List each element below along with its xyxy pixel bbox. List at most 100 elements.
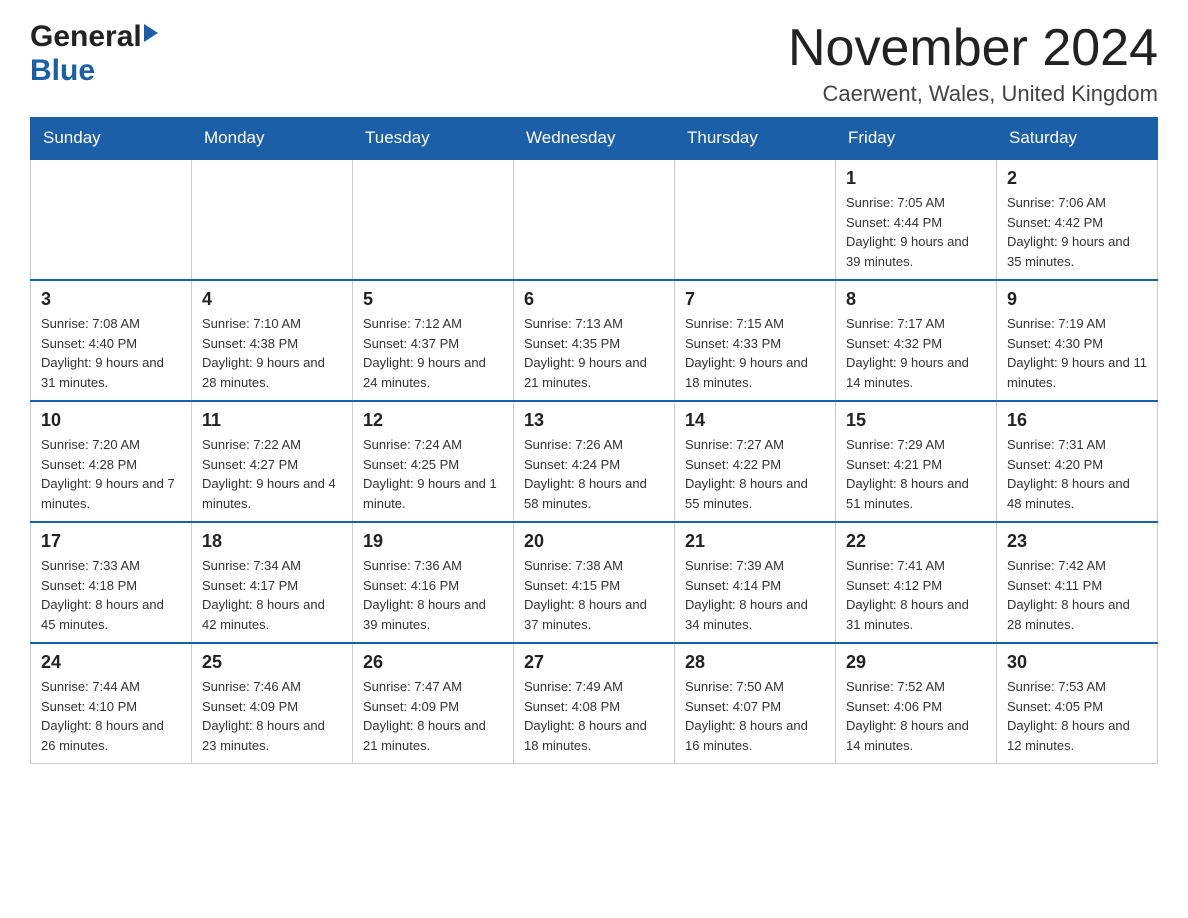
day-number: 9 — [1007, 289, 1147, 310]
calendar-day-cell: 29Sunrise: 7:52 AM Sunset: 4:06 PM Dayli… — [836, 643, 997, 764]
day-info: Sunrise: 7:13 AM Sunset: 4:35 PM Dayligh… — [524, 314, 664, 392]
calendar-day-cell: 8Sunrise: 7:17 AM Sunset: 4:32 PM Daylig… — [836, 280, 997, 401]
calendar-day-cell: 6 Sunrise: 7:13 AM Sunset: 4:35 PM Daylig… — [514, 280, 675, 401]
calendar-day-cell: 25 Sunrise: 7:46 AM Sunset: 4:09 PM Dayli… — [192, 643, 353, 764]
calendar-day-cell: 21 Sunrise: 7:39 AM Sunset: 4:14 PM Dayli… — [675, 522, 836, 643]
day-number: 5 — [363, 289, 503, 310]
day-info: Sunrise: 7:41 AM Sunset: 4:12 PM Dayligh… — [846, 556, 986, 634]
calendar-day-cell: 11 Sunrise: 7:22 AM Sunset: 4:27 PM Dayli… — [192, 401, 353, 522]
day-number: 28 — [685, 652, 825, 673]
day-number: 30 — [1007, 652, 1147, 673]
calendar-day-cell: 15Sunrise: 7:29 AM Sunset: 4:21 PM Dayli… — [836, 401, 997, 522]
logo-blue-text: Blue — [30, 54, 95, 88]
calendar-day-cell: 1 Sunrise: 7:05 AM Sunset: 4:44 PM Daylig… — [836, 159, 997, 280]
day-number: 21 — [685, 531, 825, 552]
calendar-day-cell: 22 Sunrise: 7:41 AM Sunset: 4:12 PM Dayli… — [836, 522, 997, 643]
calendar-day-cell: 23 Sunrise: 7:42 AM Sunset: 4:11 PM Dayli… — [997, 522, 1158, 643]
day-info: Sunrise: 7:31 AM Sunset: 4:20 PM Dayligh… — [1007, 435, 1147, 513]
calendar-day-cell: 12 Sunrise: 7:24 AM Sunset: 4:25 PM Dayli… — [353, 401, 514, 522]
day-info: Sunrise: 7:34 AM Sunset: 4:17 PM Dayligh… — [202, 556, 342, 634]
day-info: Sunrise: 7:44 AM Sunset: 4:10 PM Dayligh… — [41, 677, 181, 755]
calendar-header-tuesday: Tuesday — [353, 118, 514, 160]
calendar-day-cell — [514, 159, 675, 280]
calendar-day-cell: 17 Sunrise: 7:33 AM Sunset: 4:18 PM Dayli… — [31, 522, 192, 643]
calendar-day-cell — [675, 159, 836, 280]
day-info: Sunrise: 7:24 AM Sunset: 4:25 PM Dayligh… — [363, 435, 503, 513]
day-number: 12 — [363, 410, 503, 431]
calendar-week-row: 17 Sunrise: 7:33 AM Sunset: 4:18 PM Dayli… — [31, 522, 1158, 643]
calendar-day-cell: 10Sunrise: 7:20 AM Sunset: 4:28 PM Dayli… — [31, 401, 192, 522]
day-number: 13 — [524, 410, 664, 431]
day-info: Sunrise: 7:46 AM Sunset: 4:09 PM Dayligh… — [202, 677, 342, 755]
day-number: 22 — [846, 531, 986, 552]
calendar-day-cell: 3 Sunrise: 7:08 AM Sunset: 4:40 PM Daylig… — [31, 280, 192, 401]
day-info: Sunrise: 7:39 AM Sunset: 4:14 PM Dayligh… — [685, 556, 825, 634]
calendar-day-cell: 19 Sunrise: 7:36 AM Sunset: 4:16 PM Dayli… — [353, 522, 514, 643]
calendar-table: SundayMondayTuesdayWednesdayThursdayFrid… — [30, 117, 1158, 764]
calendar-day-cell: 27 Sunrise: 7:49 AM Sunset: 4:08 PM Dayli… — [514, 643, 675, 764]
day-info: Sunrise: 7:47 AM Sunset: 4:09 PM Dayligh… — [363, 677, 503, 755]
calendar-day-cell: 2Sunrise: 7:06 AM Sunset: 4:42 PM Daylig… — [997, 159, 1158, 280]
calendar-header-thursday: Thursday — [675, 118, 836, 160]
day-number: 23 — [1007, 531, 1147, 552]
day-info: Sunrise: 7:22 AM Sunset: 4:27 PM Dayligh… — [202, 435, 342, 513]
logo-arrow-icon — [144, 24, 158, 42]
day-info: Sunrise: 7:19 AM Sunset: 4:30 PM Dayligh… — [1007, 314, 1147, 392]
day-number: 4 — [202, 289, 342, 310]
day-info: Sunrise: 7:49 AM Sunset: 4:08 PM Dayligh… — [524, 677, 664, 755]
day-number: 6 — [524, 289, 664, 310]
calendar-day-cell: 16 Sunrise: 7:31 AM Sunset: 4:20 PM Dayli… — [997, 401, 1158, 522]
calendar-day-cell: 9 Sunrise: 7:19 AM Sunset: 4:30 PM Daylig… — [997, 280, 1158, 401]
day-info: Sunrise: 7:50 AM Sunset: 4:07 PM Dayligh… — [685, 677, 825, 755]
calendar-header-sunday: Sunday — [31, 118, 192, 160]
day-number: 16 — [1007, 410, 1147, 431]
calendar-day-cell: 14 Sunrise: 7:27 AM Sunset: 4:22 PM Dayli… — [675, 401, 836, 522]
day-number: 7 — [685, 289, 825, 310]
calendar-day-cell: 20 Sunrise: 7:38 AM Sunset: 4:15 PM Dayli… — [514, 522, 675, 643]
calendar-day-cell — [192, 159, 353, 280]
day-number: 20 — [524, 531, 664, 552]
day-info: Sunrise: 7:08 AM Sunset: 4:40 PM Dayligh… — [41, 314, 181, 392]
calendar-header-monday: Monday — [192, 118, 353, 160]
day-info: Sunrise: 7:20 AM Sunset: 4:28 PM Dayligh… — [41, 435, 181, 513]
calendar-header-friday: Friday — [836, 118, 997, 160]
calendar-day-cell — [31, 159, 192, 280]
day-number: 11 — [202, 410, 342, 431]
day-number: 26 — [363, 652, 503, 673]
day-number: 1 — [846, 168, 986, 189]
day-number: 25 — [202, 652, 342, 673]
day-number: 17 — [41, 531, 181, 552]
calendar-subtitle: Caerwent, Wales, United Kingdom — [788, 81, 1158, 107]
day-info: Sunrise: 7:36 AM Sunset: 4:16 PM Dayligh… — [363, 556, 503, 634]
calendar-day-cell: 7 Sunrise: 7:15 AM Sunset: 4:33 PM Daylig… — [675, 280, 836, 401]
day-info: Sunrise: 7:06 AM Sunset: 4:42 PM Dayligh… — [1007, 193, 1147, 271]
day-info: Sunrise: 7:42 AM Sunset: 4:11 PM Dayligh… — [1007, 556, 1147, 634]
day-number: 24 — [41, 652, 181, 673]
day-info: Sunrise: 7:12 AM Sunset: 4:37 PM Dayligh… — [363, 314, 503, 392]
day-number: 27 — [524, 652, 664, 673]
day-number: 14 — [685, 410, 825, 431]
day-number: 3 — [41, 289, 181, 310]
calendar-week-row: 24 Sunrise: 7:44 AM Sunset: 4:10 PM Dayli… — [31, 643, 1158, 764]
calendar-title: November 2024 — [788, 20, 1158, 77]
day-number: 19 — [363, 531, 503, 552]
logo: General Blue — [30, 20, 158, 88]
calendar-header-wednesday: Wednesday — [514, 118, 675, 160]
day-number: 18 — [202, 531, 342, 552]
calendar-day-cell: 13Sunrise: 7:26 AM Sunset: 4:24 PM Dayli… — [514, 401, 675, 522]
day-info: Sunrise: 7:15 AM Sunset: 4:33 PM Dayligh… — [685, 314, 825, 392]
day-info: Sunrise: 7:17 AM Sunset: 4:32 PM Dayligh… — [846, 314, 986, 392]
day-info: Sunrise: 7:38 AM Sunset: 4:15 PM Dayligh… — [524, 556, 664, 634]
logo-general-text: General — [30, 20, 142, 54]
calendar-header-row: SundayMondayTuesdayWednesdayThursdayFrid… — [31, 118, 1158, 160]
day-info: Sunrise: 7:53 AM Sunset: 4:05 PM Dayligh… — [1007, 677, 1147, 755]
calendar-day-cell: 18 Sunrise: 7:34 AM Sunset: 4:17 PM Dayli… — [192, 522, 353, 643]
page-header: General Blue November 2024 Caerwent, Wal… — [30, 20, 1158, 107]
title-block: November 2024 Caerwent, Wales, United Ki… — [788, 20, 1158, 107]
day-info: Sunrise: 7:33 AM Sunset: 4:18 PM Dayligh… — [41, 556, 181, 634]
calendar-day-cell: 26 Sunrise: 7:47 AM Sunset: 4:09 PM Dayli… — [353, 643, 514, 764]
day-info: Sunrise: 7:05 AM Sunset: 4:44 PM Dayligh… — [846, 193, 986, 271]
calendar-week-row: 1 Sunrise: 7:05 AM Sunset: 4:44 PM Daylig… — [31, 159, 1158, 280]
day-info: Sunrise: 7:27 AM Sunset: 4:22 PM Dayligh… — [685, 435, 825, 513]
calendar-day-cell: 24 Sunrise: 7:44 AM Sunset: 4:10 PM Dayli… — [31, 643, 192, 764]
